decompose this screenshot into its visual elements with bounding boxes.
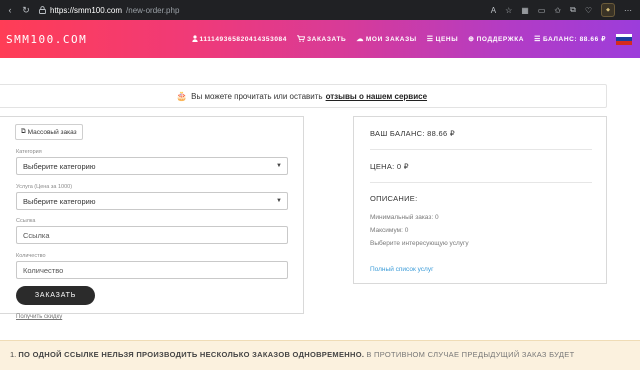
category-label: Категория — [16, 149, 42, 155]
service-select[interactable]: Выберите категорию ▼ — [16, 192, 288, 210]
balance-icon: ☰ — [534, 36, 541, 43]
prices-icon: ☰ — [426, 36, 434, 43]
link-label: Ссылка — [16, 218, 36, 224]
service-hint-text: Выберите интересующую услугу — [370, 240, 469, 247]
nav-user[interactable]: 111149365820414353084 — [191, 34, 287, 44]
url-host: https://smm100.com — [50, 5, 123, 15]
get-discount-link[interactable]: Получить скидку — [16, 314, 62, 320]
back-icon[interactable]: ‹ — [4, 4, 16, 16]
collections-icon[interactable]: ⧉ — [570, 5, 576, 15]
order-info-card: ВАШ БАЛАНС: 88.66 ₽ ЦЕНА: 0 ₽ ОПИСАНИЕ: … — [353, 116, 607, 284]
new-order-form: ⧉ Массовый заказ Категория Выберите кате… — [0, 116, 304, 320]
reviews-notice: 🎂 Вы можете прочитать или оставить отзыв… — [0, 84, 607, 108]
main-nav: 111149365820414353084 ЗАКАЗАТЬ ☁ МОИ ЗАК… — [191, 33, 632, 45]
cart-icon — [297, 34, 306, 44]
link-input-placeholder: Ссылка — [23, 230, 50, 240]
nav-user-label: 111149365820414353084 — [199, 35, 287, 43]
mass-order-button[interactable]: ⧉ Массовый заказ — [15, 124, 83, 140]
service-select-value: Выберите категорию — [23, 196, 96, 206]
reviews-notice-text: Вы можете прочитать или оставить — [191, 91, 323, 101]
orders-icon: ☁ — [356, 36, 364, 43]
site-logo[interactable]: SMM100.COM — [6, 33, 87, 46]
chevron-down-icon: ▼ — [276, 163, 282, 169]
warning-banner: 1. ПО ОДНОЙ ССЫЛКЕ НЕЛЬЗЯ ПРОИЗВОДИТЬ НЕ… — [0, 340, 640, 370]
lock-icon — [38, 6, 46, 14]
max-order-text: Максимум: 0 — [370, 227, 409, 234]
nav-prices-label: ЦЕНЫ — [435, 35, 459, 43]
service-label: Услуга (Цена за 1000) — [16, 184, 73, 190]
nav-support[interactable]: ⊕ ПОДДЕРЖКА — [468, 35, 525, 44]
quantity-label: Количество — [16, 253, 46, 259]
mass-order-label: Массовый заказ — [27, 128, 77, 136]
chevron-down-icon: ▼ — [276, 198, 282, 204]
heart-icon[interactable]: ♡ — [585, 6, 592, 15]
nav-prices[interactable]: ☰ ЦЕНЫ — [426, 35, 459, 44]
user-icon — [191, 34, 198, 44]
site-header: SMM100.COM 111149365820414353084 ЗАКАЗАТ… — [0, 20, 640, 58]
profile-avatar-icon[interactable]: ◆ — [601, 3, 615, 17]
read-aloud-icon[interactable]: A — [491, 6, 496, 15]
copy-icon: ⧉ — [21, 128, 26, 135]
balance-text: ВАШ БАЛАНС: 88.66 ₽ — [370, 129, 455, 138]
nav-my-orders-label: МОИ ЗАКАЗЫ — [365, 35, 417, 43]
browser-toolbar: ‹ ↻ https://smm100.com/new-order.php A ☆… — [0, 0, 640, 20]
category-select[interactable]: Выберите категорию ▼ — [16, 157, 288, 175]
warning-rest-text: В ПРОТИВНОМ СЛУЧАЕ ПРЕДЫДУЩИЙ ЗАКАЗ БУДЕ… — [366, 350, 575, 359]
min-order-text: Минимальный заказ: 0 — [370, 214, 439, 221]
russian-flag-icon[interactable] — [616, 33, 632, 45]
nav-support-label: ПОДДЕРЖКА — [476, 35, 525, 43]
split-screen-icon[interactable]: ▭ — [538, 6, 546, 15]
nav-order-label: ЗАКАЗАТЬ — [307, 35, 347, 43]
reload-icon[interactable]: ↻ — [20, 4, 32, 16]
link-input[interactable]: Ссылка — [16, 226, 288, 244]
warning-number: 1. — [10, 350, 17, 359]
favorite-star-icon[interactable]: ☆ — [505, 6, 512, 15]
more-menu-icon[interactable]: ⋯ — [624, 6, 632, 15]
quantity-input-placeholder: Количество — [23, 265, 64, 275]
reviews-link[interactable]: отзывы о нашем сервисе — [326, 92, 427, 101]
divider — [370, 149, 592, 150]
submit-order-button[interactable]: ЗАКАЗАТЬ — [16, 286, 95, 305]
price-text: ЦЕНА: 0 ₽ — [370, 162, 409, 171]
warning-bold-text: ПО ОДНОЙ ССЫЛКЕ НЕЛЬЗЯ ПРОИЗВОДИТЬ НЕСКО… — [18, 350, 365, 359]
quantity-input[interactable]: Количество — [16, 261, 288, 279]
nav-my-orders[interactable]: ☁ МОИ ЗАКАЗЫ — [356, 35, 417, 44]
nav-order[interactable]: ЗАКАЗАТЬ — [297, 34, 347, 44]
address-bar[interactable]: https://smm100.com/new-order.php — [38, 3, 179, 17]
nav-balance[interactable]: ☰ БАЛАНС: 88.66 ₽ — [534, 35, 606, 43]
cake-icon: 🎂 — [175, 90, 188, 101]
url-path: /new-order.php — [126, 5, 180, 15]
divider — [370, 182, 592, 183]
extensions-icon[interactable]: ▦ — [521, 6, 529, 15]
nav-balance-label: БАЛАНС: 88.66 ₽ — [542, 36, 606, 43]
support-icon: ⊕ — [468, 36, 475, 43]
services-list-link[interactable]: Полный список услуг — [370, 266, 433, 273]
favorites-icon[interactable]: ✩ — [554, 6, 561, 15]
description-title: ОПИСАНИЕ: — [370, 194, 418, 203]
browser-actions: A ☆ ▦ ▭ ✩ ⧉ ♡ ◆ ⋯ — [491, 3, 640, 17]
category-select-value: Выберите категорию — [23, 161, 96, 171]
